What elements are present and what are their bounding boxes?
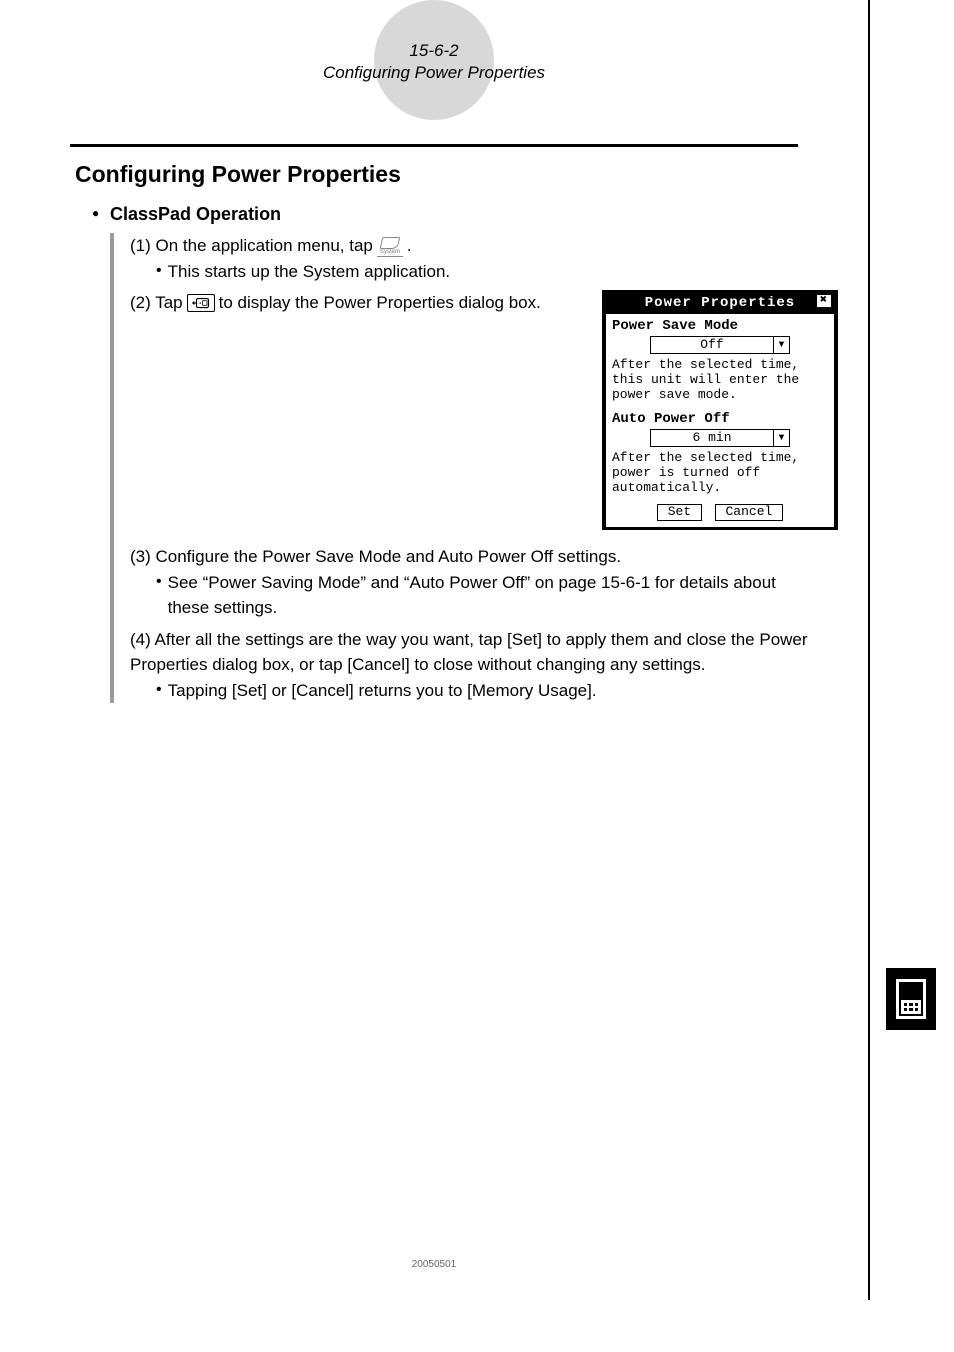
dialog-title: Power Properties — [645, 295, 795, 311]
dialog-button-row: Set Cancel — [612, 504, 828, 521]
power-properties-toolbar-icon — [187, 294, 215, 312]
page-subtitle: Configuring Power Properties — [0, 62, 868, 84]
auto-power-off-note: After the selected time, power is turned… — [612, 451, 828, 496]
dialog-titlebar: Power Properties ✖ — [606, 293, 834, 313]
page-header: 15-6-2 Configuring Power Properties — [0, 20, 868, 84]
auto-power-off-label: Auto Power Off — [612, 411, 828, 427]
set-button[interactable]: Set — [657, 504, 702, 521]
system-app-icon: System — [377, 235, 403, 257]
footer-code: 20050501 — [0, 1259, 868, 1270]
chevron-down-icon: ▾ — [773, 337, 789, 353]
side-tab-icon — [886, 968, 936, 1030]
power-save-mode-dropdown[interactable]: Off ▾ — [650, 336, 790, 354]
power-save-mode-value: Off — [651, 338, 773, 353]
step-4: (4) After all the settings are the way y… — [130, 627, 838, 704]
step-1-text-prefix: (1) On the application menu, tap — [130, 233, 373, 259]
step-2-text-prefix: (2) Tap — [130, 290, 183, 316]
step-4-text: (4) After all the settings are the way y… — [130, 630, 808, 675]
power-save-mode-label: Power Save Mode — [612, 318, 828, 334]
page-frame: 15-6-2 Configuring Power Properties Conf… — [0, 0, 870, 1300]
power-properties-dialog: Power Properties ✖ Power Save Mode Off ▾… — [602, 290, 838, 530]
step-1-text-suffix: . — [407, 233, 412, 259]
power-save-mode-note: After the selected time, this unit will … — [612, 358, 828, 403]
step-3-sub: See “Power Saving Mode” and “Auto Power … — [168, 570, 796, 621]
step-1: (1) On the application menu, tap System … — [130, 233, 838, 284]
cancel-button[interactable]: Cancel — [715, 504, 784, 521]
close-icon[interactable]: ✖ — [816, 294, 832, 308]
step-3-text: (3) Configure the Power Save Mode and Au… — [130, 544, 621, 570]
calculator-icon — [896, 979, 926, 1019]
procedure-block: (1) On the application menu, tap System … — [110, 233, 838, 703]
step-3: (3) Configure the Power Save Mode and Au… — [130, 544, 838, 621]
section-title: Configuring Power Properties — [75, 161, 868, 188]
divider — [70, 144, 798, 147]
page-code: 15-6-2 — [0, 40, 868, 62]
step-1-sub: This starts up the System application. — [168, 259, 451, 285]
chevron-down-icon: ▾ — [773, 430, 789, 446]
step-4-sub: Tapping [Set] or [Cancel] returns you to… — [168, 678, 597, 704]
subhead-classpad-operation: ClassPad Operation — [110, 204, 838, 225]
step-2-text-suffix: to display the Power Properties dialog b… — [219, 290, 541, 316]
auto-power-off-dropdown[interactable]: 6 min ▾ — [650, 429, 790, 447]
auto-power-off-value: 6 min — [651, 431, 773, 446]
step-2: (2) Tap to display the Power Properties … — [130, 290, 582, 316]
